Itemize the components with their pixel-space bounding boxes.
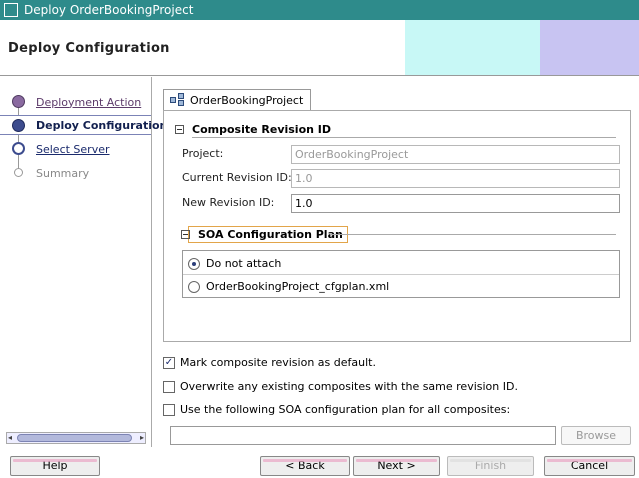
radio-divider — [183, 274, 619, 275]
composite-revision-section-header[interactable]: Composite Revision ID — [175, 123, 331, 136]
plan-path-input[interactable] — [170, 426, 556, 445]
radio-button[interactable] — [188, 280, 200, 293]
collapse-icon[interactable] — [181, 230, 190, 239]
soa-plan-section-header[interactable]: SOA Configuration Plan — [181, 226, 348, 243]
checkbox-mark-default[interactable]: ✓ Mark composite revision as default. — [163, 356, 376, 369]
scroll-right-icon[interactable]: ▸ — [140, 433, 144, 442]
step-current-icon — [12, 119, 25, 132]
project-field: OrderBookingProject — [291, 145, 620, 164]
nav-step-select-server[interactable]: Select Server — [0, 139, 151, 159]
project-label: Project: — [182, 147, 224, 160]
step-done-icon — [12, 95, 25, 108]
nav-step-label: Deployment Action — [36, 95, 142, 109]
checkbox-label: Use the following SOA configuration plan… — [180, 403, 511, 416]
finish-button: Finish — [447, 456, 534, 476]
nav-step-label: Summary — [36, 166, 90, 180]
window-titlebar[interactable]: Deploy OrderBookingProject — [0, 0, 639, 20]
section-title: SOA Configuration Plan — [198, 228, 343, 241]
nav-step-summary: Summary — [0, 163, 151, 183]
nav-step-label: Select Server — [36, 142, 110, 156]
composite-project-icon — [170, 93, 186, 107]
next-button-label: Next > — [377, 459, 416, 472]
wizard-header: Deploy Configuration — [0, 20, 639, 76]
cancel-button[interactable]: Cancel — [544, 456, 635, 476]
finish-button-label: Finish — [474, 459, 507, 472]
page-title: Deploy Configuration — [8, 41, 170, 56]
cancel-button-label: Cancel — [570, 459, 609, 472]
section-divider — [330, 234, 616, 235]
wizard-step-nav: Deployment Action Deploy Configuration S… — [0, 77, 167, 447]
scrollbar-thumb[interactable] — [17, 434, 132, 442]
checkbox[interactable] — [163, 403, 175, 416]
tab-label: OrderBookingProject — [190, 93, 304, 107]
help-button[interactable]: Help — [10, 456, 100, 476]
checkbox[interactable] — [163, 380, 175, 393]
tab-orderbookingproject[interactable]: OrderBookingProject — [163, 89, 311, 110]
radio-button[interactable] — [188, 257, 200, 270]
nav-step-label: Deploy Configuration — [36, 118, 168, 132]
back-button[interactable]: < Back — [260, 456, 350, 476]
checkbox-label: Mark composite revision as default. — [180, 356, 376, 369]
step-pending-icon — [12, 142, 25, 155]
new-revision-label: New Revision ID: — [182, 196, 275, 209]
radio-label: Do not attach — [206, 257, 282, 270]
section-title: Composite Revision ID — [192, 123, 332, 136]
nav-step-deployment-action[interactable]: Deployment Action — [0, 92, 151, 112]
current-revision-label: Current Revision ID: — [182, 171, 292, 184]
checkbox-use-plan-all[interactable]: Use the following SOA configuration plan… — [163, 403, 510, 416]
step-disabled-icon — [14, 168, 23, 177]
checkbox[interactable]: ✓ — [163, 356, 175, 369]
nav-horizontal-scrollbar[interactable]: ◂ ▸ — [6, 432, 146, 444]
collapse-icon[interactable] — [175, 125, 184, 134]
window-title: Deploy OrderBookingProject — [24, 3, 194, 17]
radio-label: OrderBookingProject_cfgplan.xml — [206, 280, 390, 293]
help-button-label: Help — [42, 459, 68, 472]
next-button[interactable]: Next > — [353, 456, 440, 476]
browse-button: Browse — [561, 426, 631, 445]
nav-step-deploy-configuration[interactable]: Deploy Configuration — [0, 115, 167, 135]
new-revision-input[interactable]: 1.0 — [291, 194, 620, 213]
checkbox-overwrite-existing[interactable]: Overwrite any existing composites with t… — [163, 380, 518, 393]
back-button-label: < Back — [285, 459, 325, 472]
window-icon — [4, 3, 18, 17]
header-band-cyan — [405, 20, 540, 75]
section-divider — [192, 137, 616, 138]
checkbox-label: Overwrite any existing composites with t… — [180, 380, 518, 393]
header-band-lavender — [540, 20, 639, 75]
scroll-left-icon[interactable]: ◂ — [8, 433, 12, 442]
current-revision-field: 1.0 — [291, 169, 620, 188]
radio-do-not-attach[interactable]: Do not attach — [188, 257, 281, 270]
radio-cfgplan-xml[interactable]: OrderBookingProject_cfgplan.xml — [188, 280, 389, 293]
